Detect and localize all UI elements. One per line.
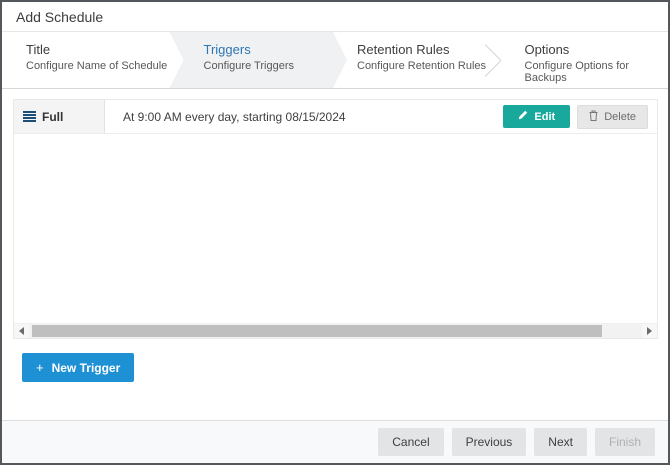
trigger-list: Full At 9:00 AM every day, starting 08/1… bbox=[13, 99, 658, 339]
scrollbar-track[interactable] bbox=[29, 324, 642, 338]
add-schedule-dialog: Add Schedule Title Configure Name of Sch… bbox=[0, 0, 670, 465]
new-trigger-button-label: New Trigger bbox=[52, 361, 121, 375]
trigger-type-label: Full bbox=[42, 110, 63, 124]
pencil-icon bbox=[518, 110, 528, 123]
scroll-left-arrow-icon[interactable] bbox=[14, 324, 29, 338]
drag-handle-icon[interactable] bbox=[23, 111, 36, 123]
new-trigger-button[interactable]: + New Trigger bbox=[22, 353, 134, 382]
edit-button[interactable]: Edit bbox=[503, 105, 570, 128]
trigger-row: Full At 9:00 AM every day, starting 08/1… bbox=[14, 100, 657, 134]
step-title-sublabel: Configure Name of Schedule bbox=[26, 60, 170, 72]
scrollbar-thumb[interactable] bbox=[32, 325, 602, 337]
dialog-header: Add Schedule bbox=[2, 2, 668, 32]
delete-button-label: Delete bbox=[604, 111, 636, 123]
cancel-button[interactable]: Cancel bbox=[378, 428, 443, 456]
step-retention-rules-sublabel: Configure Retention Rules bbox=[357, 60, 501, 72]
dialog-footer: Cancel Previous Next Finish bbox=[2, 420, 668, 463]
previous-button[interactable]: Previous bbox=[452, 428, 527, 456]
step-options-label: Options bbox=[525, 42, 669, 57]
delete-button[interactable]: Delete bbox=[577, 105, 648, 129]
horizontal-scrollbar bbox=[14, 323, 657, 338]
next-button[interactable]: Next bbox=[534, 428, 587, 456]
step-options-sublabel: Configure Options for Backups bbox=[525, 60, 669, 84]
dialog-title: Add Schedule bbox=[16, 9, 103, 25]
scroll-right-arrow-icon[interactable] bbox=[642, 324, 657, 338]
finish-button[interactable]: Finish bbox=[595, 428, 655, 456]
trigger-type-cell: Full bbox=[14, 100, 105, 133]
edit-button-label: Edit bbox=[534, 111, 555, 123]
step-triggers[interactable]: Triggers Configure Triggers bbox=[170, 32, 348, 88]
wizard-stepper: Title Configure Name of Schedule Trigger… bbox=[2, 32, 668, 89]
trash-icon bbox=[589, 110, 598, 124]
trigger-schedule-text: At 9:00 AM every day, starting 08/15/202… bbox=[105, 100, 503, 133]
step-triggers-sublabel: Configure Triggers bbox=[204, 60, 348, 72]
plus-icon: + bbox=[36, 360, 44, 375]
step-title-label: Title bbox=[26, 42, 170, 57]
step-title[interactable]: Title Configure Name of Schedule bbox=[2, 32, 170, 88]
step-triggers-label: Triggers bbox=[204, 42, 348, 57]
trigger-row-actions: Edit Delete bbox=[503, 100, 657, 133]
step-retention-rules-label: Retention Rules bbox=[357, 42, 501, 57]
step-options[interactable]: Options Configure Options for Backups bbox=[501, 32, 669, 88]
step-retention-rules[interactable]: Retention Rules Configure Retention Rule… bbox=[333, 32, 501, 88]
